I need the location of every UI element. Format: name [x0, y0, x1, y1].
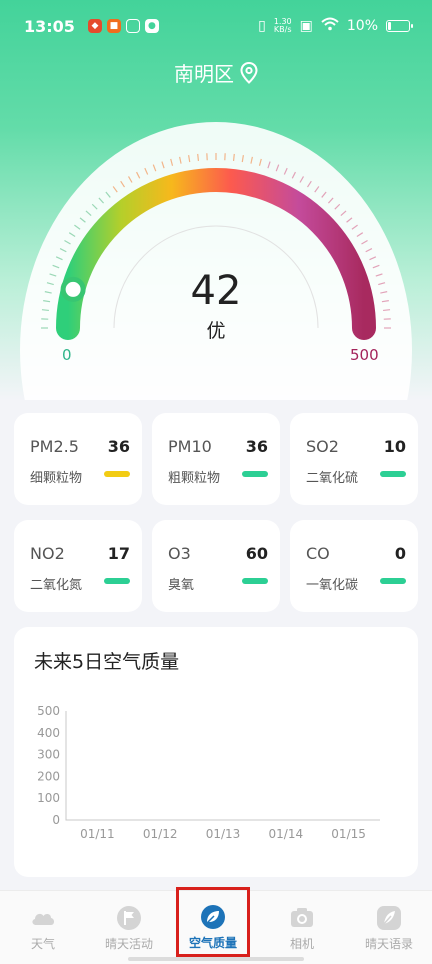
forecast-chart: 0 100 200 300 400 500 01/11 01/12 01/13 01/14 01/1… — [37, 704, 380, 841]
y-tick-label: 400 — [37, 726, 60, 740]
cloud-icon — [32, 913, 54, 925]
x-tick-label: 01/13 — [206, 827, 241, 841]
tab-air-quality[interactable]: 空气质量 — [176, 887, 250, 957]
pollutant-value: 10 — [383, 437, 406, 456]
pollutant-value: 36 — [245, 437, 268, 456]
y-tick-label: 100 — [37, 791, 60, 805]
location-pin-icon — [240, 61, 258, 84]
pollutant-name: PM10 — [168, 437, 212, 456]
location-selector[interactable]: 南明区 — [0, 58, 432, 87]
pollutant-level-bar — [242, 578, 268, 584]
chart-axis — [65, 711, 380, 821]
aqi-level: 优 — [206, 320, 226, 342]
feather-icon — [377, 906, 401, 930]
location-name: 南明区 — [174, 62, 234, 86]
aqi-gauge: 42 优 0 500 — [0, 110, 432, 400]
pollutant-card-o3[interactable]: O3 60 臭氧 — [152, 520, 280, 612]
browser-notification-icon — [125, 19, 140, 33]
pollutant-cn-name: 二氧化氮 — [30, 578, 83, 593]
camera-icon — [291, 908, 313, 927]
y-tick-label: 200 — [37, 769, 60, 783]
pollutant-name: O3 — [168, 544, 191, 563]
aqi-value: 42 — [190, 268, 242, 314]
tab-camera[interactable]: 相机 — [259, 891, 345, 964]
tab-label: 相机 — [289, 937, 314, 951]
y-tick-label: 300 — [37, 748, 60, 762]
pollutant-cn-name: 粗颗粒物 — [168, 471, 221, 486]
pollutant-cn-name: 臭氧 — [168, 578, 195, 593]
gauge-tick — [232, 153, 235, 161]
pollutant-name: CO — [306, 544, 330, 563]
tab-label: 天气 — [30, 937, 55, 951]
pollutant-name: NO2 — [30, 544, 65, 563]
pollutant-level-bar — [380, 578, 406, 584]
tab-label: 空气质量 — [188, 936, 237, 950]
pollutant-level-bar — [380, 471, 406, 477]
pollutant-level-bar — [104, 578, 130, 584]
gauge-max-label: 500 — [350, 346, 379, 364]
pollutant-card-no2[interactable]: NO2 17 二氧化氮 — [14, 520, 142, 612]
battery-icon — [386, 20, 413, 32]
y-tick-label: 0 — [52, 813, 60, 827]
pollutant-level-bar — [104, 471, 130, 477]
pollutant-name: PM2.5 — [30, 437, 79, 456]
pollutant-card-pm10[interactable]: PM10 36 粗颗粒物 — [152, 413, 280, 505]
x-tick-label: 01/15 — [331, 827, 366, 841]
vibrate-icon: ▯ — [258, 18, 266, 34]
x-tick-label: 01/11 — [80, 827, 115, 841]
bottom-tab-bar: 天气 晴天活动 空气质量 相机 晴天语录 — [0, 887, 432, 964]
pollutant-cn-name: 一氧化碳 — [306, 578, 359, 593]
y-tick-label: 500 — [37, 704, 60, 718]
app-notification-icon: ◆ — [87, 19, 102, 33]
shop-notification-icon: ■ — [106, 19, 121, 33]
x-tick-label: 01/14 — [269, 827, 304, 841]
status-time: 13:05 — [24, 16, 75, 36]
chat-notification-icon: ● — [144, 19, 159, 33]
pollutant-value: 60 — [245, 544, 268, 563]
net-speed: 1.30 KB/s — [273, 17, 292, 34]
pollutant-card-co[interactable]: CO 0 一氧化碳 — [290, 520, 418, 612]
wifi-icon — [321, 17, 339, 35]
pollutant-card-so2[interactable]: SO2 10 二氧化硫 — [290, 413, 418, 505]
sim-icon: ▣ — [299, 18, 313, 34]
tab-sunny-activity[interactable]: 晴天活动 — [86, 891, 172, 964]
pollutant-cn-name: 细颗粒物 — [30, 471, 83, 486]
pollutant-name: SO2 — [306, 437, 339, 456]
tab-sunny-quotes[interactable]: 晴天语录 — [346, 891, 432, 964]
home-indicator — [128, 957, 304, 961]
pollutant-cn-name: 二氧化硫 — [306, 471, 359, 486]
tab-weather[interactable]: 天气 — [0, 891, 86, 964]
tab-label: 晴天语录 — [364, 937, 413, 951]
leaf-drop-icon — [201, 905, 225, 929]
pollutant-card-pm25[interactable]: PM2.5 36 细颗粒物 — [14, 413, 142, 505]
gauge-tick — [197, 153, 200, 161]
flag-icon — [117, 906, 141, 930]
tab-label: 晴天活动 — [104, 937, 153, 951]
x-tick-label: 01/12 — [143, 827, 178, 841]
pollutant-value: 17 — [107, 544, 130, 563]
forecast-card: 未来5日空气质量 0 100 200 300 400 500 01/11 01/12 01/13… — [14, 627, 418, 877]
pollutant-value: 0 — [394, 544, 406, 563]
pollutant-level-bar — [242, 471, 268, 477]
gauge-min-label: 0 — [62, 346, 72, 364]
pollutant-value: 36 — [107, 437, 130, 456]
status-bar: 13:05 ◆ ■ ● ▯ 1.30 KB/s ▣ 10% — [0, 0, 432, 52]
battery-percent: 10% — [346, 18, 378, 34]
